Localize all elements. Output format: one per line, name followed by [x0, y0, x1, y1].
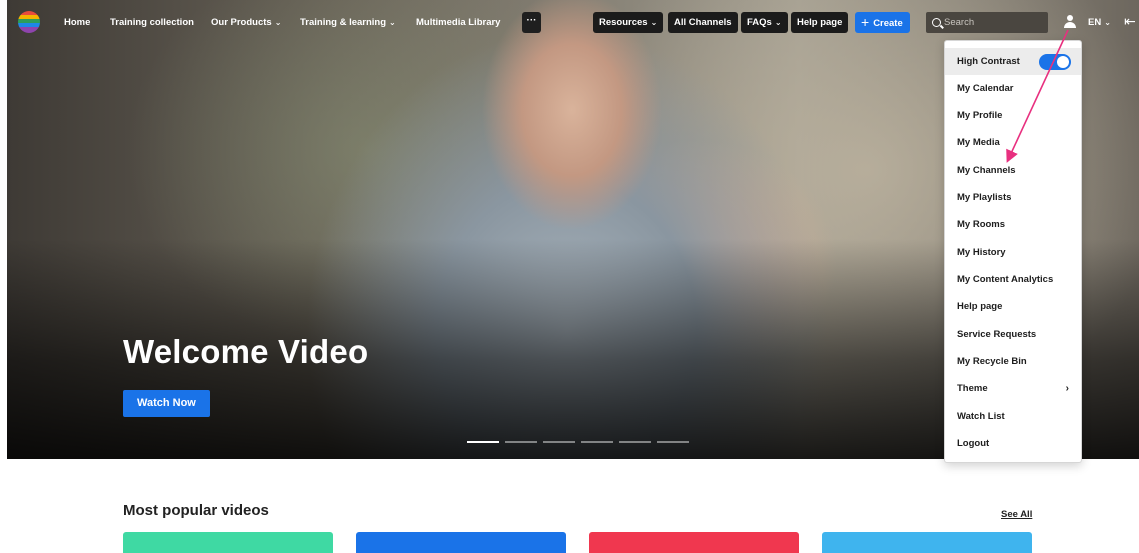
menu-item-my-recycle-bin[interactable]: My Recycle Bin	[945, 348, 1081, 375]
resources-button[interactable]: Resources ⌄	[593, 12, 664, 33]
menu-item-my-history[interactable]: My History	[945, 239, 1081, 266]
menu-item-label: My Recycle Bin	[957, 356, 1027, 367]
user-dropdown-menu: High Contrast My Calendar My Profile My …	[944, 40, 1082, 463]
chevron-down-icon: ⌄	[650, 18, 658, 27]
nav-training-collection-label: Training collection	[110, 17, 194, 28]
menu-item-logout[interactable]: Logout	[945, 430, 1081, 457]
faqs-button[interactable]: FAQs ⌄	[741, 12, 788, 33]
user-icon[interactable]	[1064, 15, 1076, 29]
carousel-dot[interactable]	[581, 441, 613, 443]
create-button[interactable]: + Create	[855, 12, 910, 33]
watch-now-button[interactable]: Watch Now	[123, 390, 210, 417]
chevron-down-icon: ⌄	[774, 18, 782, 27]
menu-item-label: High Contrast	[957, 56, 1020, 67]
more-menu-button[interactable]: ···	[522, 12, 541, 33]
chevron-down-icon: ⌄	[389, 18, 396, 27]
menu-item-my-profile[interactable]: My Profile	[945, 102, 1081, 129]
menu-item-label: Help page	[957, 301, 1003, 312]
carousel-indicators	[467, 441, 689, 443]
carousel-dot[interactable]	[505, 441, 537, 443]
menu-item-help-page[interactable]: Help page	[945, 293, 1081, 320]
chevron-right-icon: ›	[1065, 383, 1069, 394]
video-card[interactable]	[356, 532, 566, 553]
menu-item-label: Watch List	[957, 411, 1005, 422]
search-icon	[932, 18, 941, 27]
most-popular-heading: Most popular videos	[123, 502, 269, 519]
video-card[interactable]	[822, 532, 1032, 553]
nav-training-learning[interactable]: Training & learning ⌄	[300, 17, 396, 28]
menu-item-label: Service Requests	[957, 329, 1037, 340]
nav-home-label: Home	[64, 17, 91, 28]
nav-multimedia-library-label: Multimedia Library	[416, 17, 501, 28]
menu-item-label: My Calendar	[957, 83, 1014, 94]
menu-item-label: My Playlists	[957, 192, 1012, 203]
nav-our-products-label: Our Products	[211, 17, 272, 28]
menu-item-label: My Channels	[957, 165, 1016, 176]
chevron-down-icon: ⌄	[1104, 18, 1111, 27]
see-all-link[interactable]: See All	[1001, 509, 1032, 520]
menu-item-label: My Media	[957, 137, 1000, 148]
carousel-dot[interactable]	[619, 441, 651, 443]
menu-item-watch-list[interactable]: Watch List	[945, 403, 1081, 430]
menu-item-label: Logout	[957, 438, 990, 449]
menu-item-label: My Rooms	[957, 219, 1006, 230]
menu-item-my-playlists[interactable]: My Playlists	[945, 184, 1081, 211]
create-label: Create	[873, 18, 903, 29]
search-box[interactable]	[926, 12, 1048, 33]
language-selector[interactable]: EN ⌄	[1088, 17, 1111, 28]
menu-item-my-content-analytics[interactable]: My Content Analytics	[945, 266, 1081, 293]
video-card[interactable]	[123, 532, 333, 553]
chevron-down-icon: ⌄	[274, 18, 282, 27]
sign-out-arrow-icon[interactable]: ⇤	[1124, 13, 1136, 30]
carousel-dot[interactable]	[543, 441, 575, 443]
carousel-dot[interactable]	[657, 441, 689, 443]
nav-multimedia-library[interactable]: Multimedia Library	[416, 17, 500, 28]
nav-training-learning-label: Training & learning	[300, 17, 387, 28]
hero-title: Welcome Video	[123, 333, 369, 370]
menu-item-my-calendar[interactable]: My Calendar	[945, 75, 1081, 102]
toggle-knob	[1057, 56, 1069, 68]
help-page-button[interactable]: Help page	[791, 12, 849, 33]
menu-item-label: My Profile	[957, 110, 1003, 121]
site-logo[interactable]	[18, 11, 40, 33]
menu-item-my-media[interactable]: My Media	[945, 129, 1081, 156]
menu-item-my-rooms[interactable]: My Rooms	[945, 211, 1081, 238]
nav-training-collection[interactable]: Training collection	[110, 17, 194, 28]
language-label: EN	[1088, 17, 1102, 28]
faqs-label: FAQs	[747, 17, 772, 28]
menu-item-my-channels[interactable]: My Channels	[945, 157, 1081, 184]
video-card[interactable]	[589, 532, 799, 553]
menu-item-label: Theme	[957, 383, 988, 394]
search-input[interactable]	[944, 12, 1044, 33]
carousel-dot[interactable]	[467, 441, 499, 443]
menu-item-high-contrast[interactable]: High Contrast	[945, 48, 1081, 75]
nav-home[interactable]: Home	[64, 17, 90, 28]
plus-icon: +	[861, 14, 870, 30]
menu-item-service-requests[interactable]: Service Requests	[945, 321, 1081, 348]
resources-label: Resources	[599, 17, 648, 28]
nav-our-products[interactable]: Our Products ⌄	[211, 17, 281, 28]
menu-item-label: My History	[957, 247, 1006, 258]
high-contrast-toggle[interactable]	[1039, 54, 1071, 70]
all-channels-button[interactable]: All Channels	[668, 12, 738, 33]
menu-item-theme[interactable]: Theme ›	[945, 375, 1081, 402]
menu-item-label: My Content Analytics	[957, 274, 1054, 285]
